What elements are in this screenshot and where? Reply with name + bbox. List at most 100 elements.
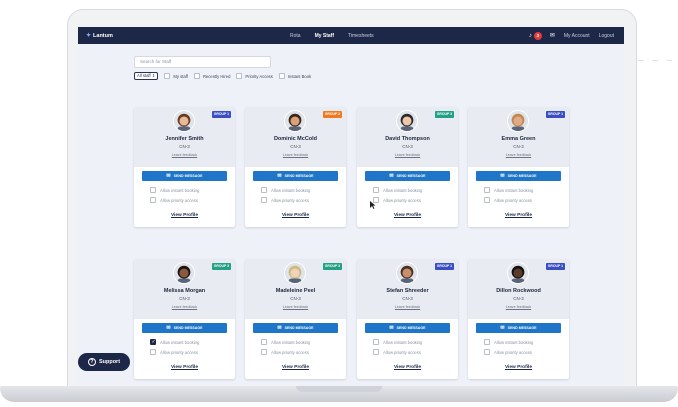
instant-booking-checkbox[interactable] xyxy=(484,187,490,193)
send-message-button[interactable]: ✉ SEND MESSAGE xyxy=(365,171,450,181)
priority-access-checkbox[interactable] xyxy=(484,197,490,203)
view-profile-link[interactable]: View Profile xyxy=(357,213,458,218)
view-profile-link[interactable]: View Profile xyxy=(134,365,235,370)
leave-feedback-link[interactable]: Leave feedback xyxy=(357,153,458,157)
card-header: GROUP 1 Dillon Rockwood CN-3 Leave feedb… xyxy=(468,259,569,319)
envelope-icon: ✉ xyxy=(500,325,505,331)
instant-booking-label: Allow instant booking xyxy=(494,339,534,345)
instant-booking-checkbox[interactable] xyxy=(373,339,379,345)
allow-instant-booking-option[interactable]: Allow instant booking xyxy=(261,187,310,193)
view-profile-link[interactable]: View Profile xyxy=(468,213,569,218)
staff-name: Emma Green xyxy=(501,136,536,142)
staff-filter-select[interactable]: All staff ⇕ xyxy=(134,72,159,80)
view-profile-link[interactable]: View Profile xyxy=(134,213,235,218)
send-message-button[interactable]: ✉ SEND MESSAGE xyxy=(142,323,227,333)
group-badge: GROUP 3 xyxy=(211,263,231,270)
leave-feedback-link[interactable]: Leave feedback xyxy=(468,305,569,309)
send-message-label: SEND MESSAGE xyxy=(507,174,537,178)
checkbox[interactable] xyxy=(193,73,200,79)
view-profile-link[interactable]: View Profile xyxy=(468,365,569,370)
avatar[interactable] xyxy=(284,110,306,132)
instant-booking-checkbox[interactable] xyxy=(150,339,156,345)
card-header: GROUP 1 Jennifer Smith CN-3 Leave feedba… xyxy=(134,107,235,167)
view-profile-link[interactable]: View Profile xyxy=(357,365,458,370)
nav-link-my-staff[interactable]: My Staff xyxy=(315,33,334,39)
priority-access-checkbox[interactable] xyxy=(484,349,490,355)
instant-booking-checkbox[interactable] xyxy=(373,187,379,193)
group-badge: GROUP 1 xyxy=(434,263,454,270)
notifications-button[interactable]: ♪ 3 xyxy=(529,31,542,41)
nav-link-rota[interactable]: Rota xyxy=(290,33,301,39)
avatar-portrait-icon xyxy=(508,111,528,131)
avatar[interactable] xyxy=(507,262,529,284)
instant-booking-label: Allow instant booking xyxy=(383,339,423,345)
allow-priority-access-option[interactable]: Allow priority access xyxy=(261,349,309,355)
instant-booking-checkbox[interactable] xyxy=(484,339,490,345)
priority-access-checkbox[interactable] xyxy=(261,349,267,355)
leave-feedback-link[interactable]: Leave feedback xyxy=(357,305,458,309)
send-message-label: SEND MESSAGE xyxy=(507,326,537,330)
priority-access-checkbox[interactable] xyxy=(261,197,267,203)
checkbox[interactable] xyxy=(278,73,285,79)
staff-grade: CN-3 xyxy=(402,144,413,149)
allow-priority-access-option[interactable]: Allow priority access xyxy=(150,197,198,203)
send-message-button[interactable]: ✉ SEND MESSAGE xyxy=(253,323,338,333)
leave-feedback-link[interactable]: Leave feedback xyxy=(134,305,235,309)
avatar[interactable] xyxy=(173,110,195,132)
view-profile-link[interactable]: View Profile xyxy=(245,213,346,218)
logo[interactable]: ✦ Lantum xyxy=(86,32,113,40)
instant-booking-label: Allow instant booking xyxy=(271,187,311,193)
priority-access-checkbox[interactable] xyxy=(150,197,156,203)
allow-instant-booking-option[interactable]: Allow instant booking xyxy=(484,339,533,345)
envelope-icon: ✉ xyxy=(277,173,282,179)
view-profile-link[interactable]: View Profile xyxy=(245,365,346,370)
leave-feedback-link[interactable]: Leave feedback xyxy=(468,153,569,157)
allow-instant-booking-option[interactable]: Allow instant booking xyxy=(150,187,199,193)
allow-priority-access-option[interactable]: Allow priority access xyxy=(150,349,198,355)
allow-priority-access-option[interactable]: Allow priority access xyxy=(373,349,421,355)
search-input[interactable]: Search for Staff xyxy=(134,56,271,68)
app-screen: ✦ Lantum Rota My Staff Timesheets ♪ 3 ✉ … xyxy=(78,27,624,389)
priority-access-checkbox[interactable] xyxy=(373,349,379,355)
avatar[interactable] xyxy=(507,110,529,132)
allow-instant-booking-option[interactable]: Allow instant booking xyxy=(261,339,310,345)
allow-instant-booking-option[interactable]: Allow instant booking xyxy=(373,187,422,193)
allow-priority-access-option[interactable]: Allow priority access xyxy=(484,197,532,203)
allow-instant-booking-option[interactable]: Allow instant booking xyxy=(150,339,199,345)
nav-link-timesheets[interactable]: Timesheets xyxy=(348,33,374,39)
leave-feedback-link[interactable]: Leave feedback xyxy=(245,153,346,157)
filter-my-staff[interactable]: My staff xyxy=(164,73,188,79)
leave-feedback-link[interactable]: Leave feedback xyxy=(134,153,235,157)
allow-priority-access-option[interactable]: Allow priority access xyxy=(261,197,309,203)
send-message-button[interactable]: ✉ SEND MESSAGE xyxy=(476,171,561,181)
allow-priority-access-option[interactable]: Allow priority access xyxy=(373,197,421,203)
allow-priority-access-option[interactable]: Allow priority access xyxy=(484,349,532,355)
checkbox[interactable] xyxy=(236,73,243,79)
filter-instant-book[interactable]: Instant Book xyxy=(278,73,311,79)
staff-name: Stefan Shreeder xyxy=(386,288,429,294)
envelope-icon[interactable]: ✉ xyxy=(550,32,555,39)
send-message-button[interactable]: ✉ SEND MESSAGE xyxy=(365,323,450,333)
instant-booking-checkbox[interactable] xyxy=(150,187,156,193)
my-account-link[interactable]: My Account xyxy=(564,33,590,39)
instant-booking-checkbox[interactable] xyxy=(261,339,267,345)
send-message-button[interactable]: ✉ SEND MESSAGE xyxy=(142,171,227,181)
support-button[interactable]: ? Support xyxy=(78,353,130,371)
priority-access-checkbox[interactable] xyxy=(150,349,156,355)
avatar[interactable] xyxy=(396,110,418,132)
filter-priority-access[interactable]: Priority Access xyxy=(236,73,273,79)
avatar[interactable] xyxy=(284,262,306,284)
allow-instant-booking-option[interactable]: Allow instant booking xyxy=(373,339,422,345)
send-message-button[interactable]: ✉ SEND MESSAGE xyxy=(476,323,561,333)
filter-recently-hired[interactable]: Recently Hired xyxy=(193,73,230,79)
send-message-label: SEND MESSAGE xyxy=(284,174,314,178)
logout-link[interactable]: Logout xyxy=(599,33,614,39)
avatar[interactable] xyxy=(173,262,195,284)
leave-feedback-link[interactable]: Leave feedback xyxy=(245,305,346,309)
instant-booking-checkbox[interactable] xyxy=(261,187,267,193)
allow-instant-booking-option[interactable]: Allow instant booking xyxy=(484,187,533,193)
send-message-button[interactable]: ✉ SEND MESSAGE xyxy=(253,171,338,181)
avatar[interactable] xyxy=(396,262,418,284)
card-header: GROUP 3 Melissa Morgan CN-3 Leave feedba… xyxy=(134,259,235,319)
checkbox[interactable] xyxy=(164,73,171,79)
